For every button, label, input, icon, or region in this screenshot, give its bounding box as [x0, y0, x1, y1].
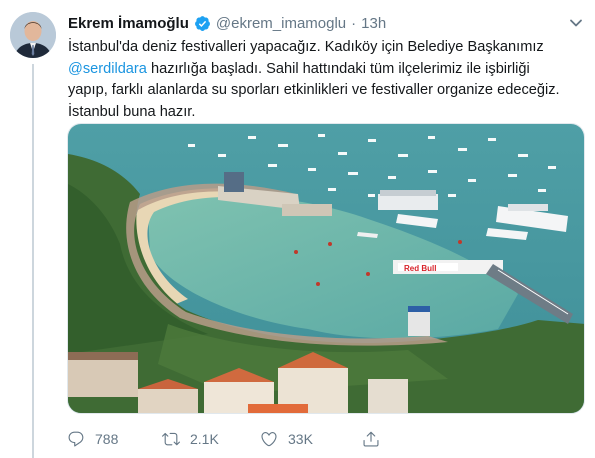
- like-count: 33K: [288, 431, 313, 447]
- thread-line: [32, 64, 34, 458]
- red-bull-banner: Red Bull: [404, 264, 436, 273]
- tweet-text-line: yapıp, farklı alanlarda su sporları etki…: [68, 82, 560, 98]
- heart-icon: [261, 432, 277, 447]
- tweet-text-line: İstanbul'da deniz festivalleri yapacağız…: [68, 39, 544, 55]
- like-button[interactable]: 33K: [260, 428, 313, 450]
- author-name[interactable]: Ekrem İmamoğlu: [68, 15, 189, 32]
- tweet-photo[interactable]: Red Bull: [67, 123, 585, 414]
- retweet-count: 2.1K: [190, 431, 219, 447]
- reply-button[interactable]: 788: [67, 428, 118, 450]
- timestamp[interactable]: 13h: [361, 15, 386, 32]
- avatar-image: [10, 12, 56, 58]
- tweet[interactable]: Ekrem İmamoğlu @ekrem_imamoglu · 13h İst…: [0, 0, 595, 458]
- verified-badge-icon: [194, 15, 211, 32]
- tweet-text-line: İstanbul buna hazır.: [68, 103, 196, 120]
- retweet-button[interactable]: 2.1K: [162, 428, 219, 450]
- tweet-header: Ekrem İmamoğlu @ekrem_imamoglu · 13h: [68, 13, 386, 33]
- author-handle[interactable]: @ekrem_imamoglu: [216, 15, 346, 32]
- aerial-coast-photo: Red Bull: [68, 124, 584, 413]
- share-icon: [363, 431, 379, 447]
- reply-count: 788: [95, 431, 119, 447]
- retweet-icon: [162, 432, 180, 446]
- tweet-text-segment: hazırlığa başladı. Sahil hattındaki tüm …: [146, 60, 530, 77]
- tweet-text: İstanbul'da deniz festivalleri yapacağız…: [68, 37, 588, 123]
- share-button[interactable]: [362, 428, 380, 450]
- mention-link[interactable]: @serdildara: [68, 61, 147, 77]
- tweet-actions: 788 2.1K 33K: [67, 428, 467, 450]
- reply-icon: [68, 431, 84, 447]
- separator-dot: ·: [351, 14, 357, 32]
- avatar[interactable]: [10, 12, 56, 58]
- tweet-text-line: @serdildara hazırlığa başladı. Sahil hat…: [68, 59, 588, 81]
- chevron-down-icon[interactable]: [567, 14, 585, 32]
